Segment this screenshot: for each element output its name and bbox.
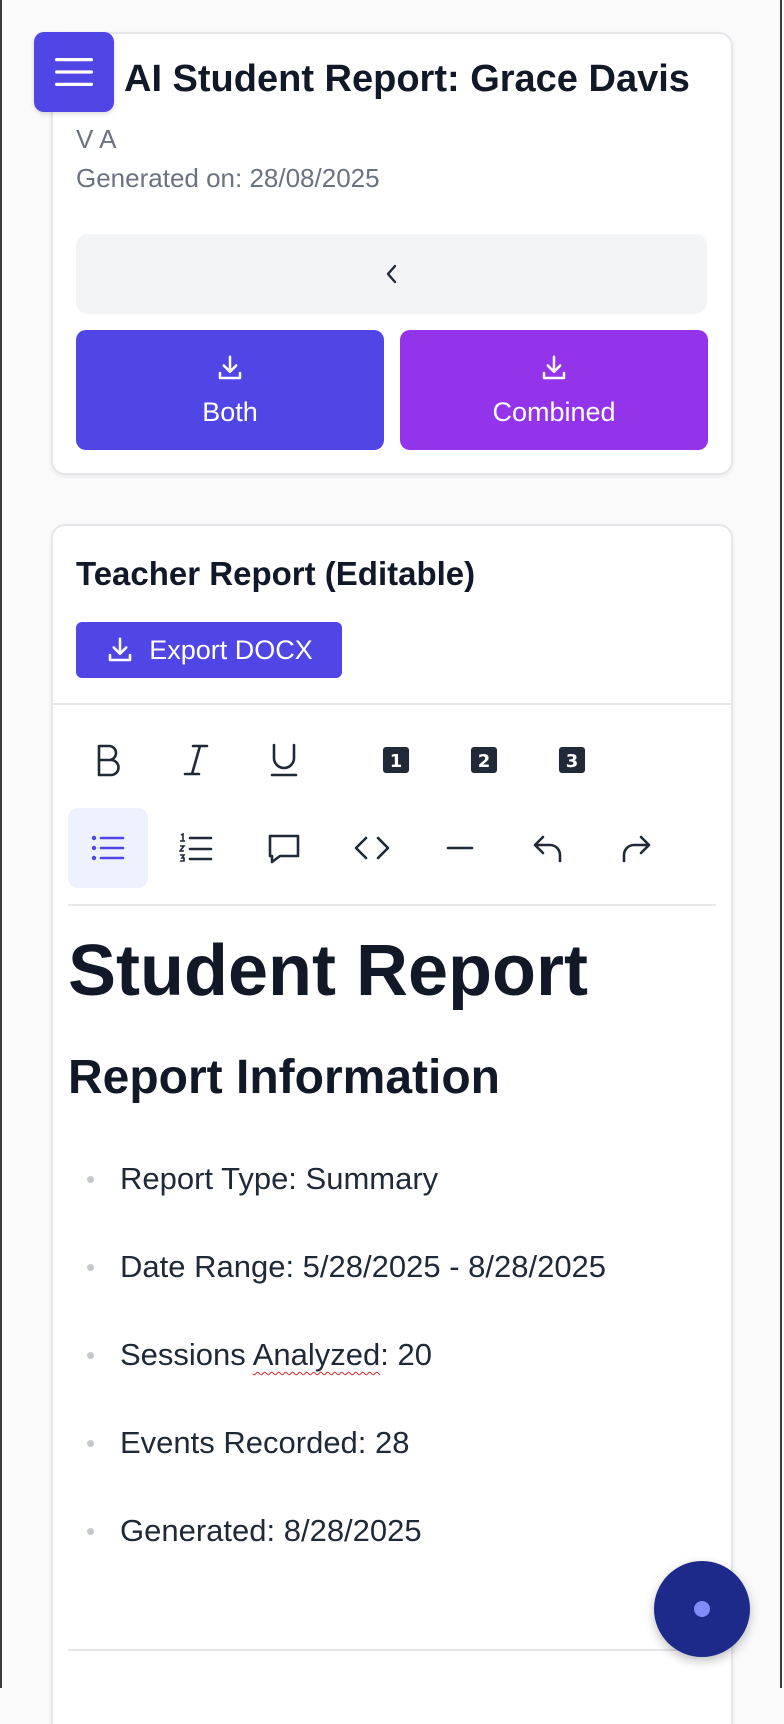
list-item-text-prefix: Sessions [120, 1337, 253, 1372]
redo-button[interactable] [596, 808, 676, 888]
code-icon [354, 836, 390, 860]
bullet-icon [87, 1176, 94, 1183]
generated-date: Generated on: 28/08/2025 [76, 163, 380, 193]
section-divider [68, 1649, 716, 1651]
underline-button[interactable] [244, 720, 324, 800]
list-item[interactable]: Generated: 8/28/2025 [68, 1487, 708, 1575]
download-both-button[interactable]: Both [76, 330, 384, 450]
horizontal-rule-button[interactable] [420, 808, 500, 888]
toolbar-divider [68, 904, 716, 906]
heading-3-icon: 3 [559, 747, 585, 773]
download-combined-button[interactable]: Combined [400, 330, 708, 450]
bullet-icon [87, 1528, 94, 1535]
bullet-list-icon [91, 835, 125, 861]
editor-title: Teacher Report (Editable) [76, 555, 476, 592]
heading-1-button[interactable]: 1 [356, 720, 436, 800]
class-name: V A [76, 124, 117, 154]
bold-icon [97, 744, 120, 777]
document-heading-1[interactable]: Student Report [68, 930, 588, 1012]
list-item[interactable]: Sessions Analyzed: 20 [68, 1311, 708, 1399]
list-item-text: Generated: 8/28/2025 [120, 1513, 422, 1548]
list-item[interactable]: Date Range: 5/28/2025 - 8/28/2025 [68, 1223, 708, 1311]
download-icon [108, 637, 132, 662]
minus-icon [446, 846, 474, 850]
menu-button[interactable] [34, 32, 114, 112]
divider [53, 703, 731, 705]
heading-2-icon: 2 [471, 747, 497, 773]
list-item-text: Report Type: Summary [120, 1161, 439, 1196]
collapse-button[interactable] [76, 234, 707, 314]
list-item-text: Events Recorded: 28 [120, 1425, 410, 1460]
heading-3-text: 3 [566, 751, 579, 772]
undo-icon [533, 835, 562, 863]
spellcheck-word: Analyzed [252, 1337, 381, 1372]
floating-action-button[interactable] [654, 1561, 750, 1657]
heading-1-icon: 1 [383, 747, 409, 773]
report-info-list[interactable]: Report Type: Summary Date Range: 5/28/20… [68, 1135, 708, 1575]
ordered-list-icon [179, 833, 213, 862]
export-docx-label: Export DOCX [149, 634, 313, 665]
comment-icon [268, 834, 300, 864]
list-item-text-suffix: : 20 [380, 1337, 432, 1372]
italic-icon [183, 744, 209, 776]
undo-button[interactable] [508, 808, 588, 888]
bullet-icon [87, 1440, 94, 1447]
italic-button[interactable] [156, 720, 236, 800]
download-icon [542, 355, 566, 379]
hamburger-icon [55, 58, 93, 86]
heading-1-text: 1 [390, 751, 403, 772]
page-title: AI Student Report: Grace Davis [124, 58, 690, 100]
heading-3-button[interactable]: 3 [532, 720, 612, 800]
heading-2-button[interactable]: 2 [444, 720, 524, 800]
bold-button[interactable] [68, 720, 148, 800]
list-item[interactable]: Report Type: Summary [68, 1135, 708, 1223]
export-docx-button[interactable]: Export DOCX [76, 622, 342, 678]
bullet-list-button[interactable] [68, 808, 148, 888]
bullet-icon [87, 1352, 94, 1359]
heading-2-text: 2 [478, 751, 491, 772]
download-both-label: Both [202, 396, 258, 427]
list-item-text: Sessions Analyzed: 20 [120, 1337, 432, 1373]
code-button[interactable] [332, 808, 412, 888]
underline-icon [270, 743, 298, 777]
dot-icon [694, 1601, 710, 1617]
download-icon [218, 355, 242, 379]
download-combined-label: Combined [492, 396, 616, 427]
document-heading-2[interactable]: Report Information [68, 1050, 500, 1105]
redo-icon [622, 835, 651, 863]
ordered-list-button[interactable] [156, 808, 236, 888]
list-item[interactable]: Events Recorded: 28 [68, 1399, 708, 1487]
chevron-left-icon [386, 264, 396, 284]
list-item-text: Date Range: 5/28/2025 - 8/28/2025 [120, 1249, 607, 1284]
bullet-icon [87, 1264, 94, 1271]
blockquote-button[interactable] [244, 808, 324, 888]
